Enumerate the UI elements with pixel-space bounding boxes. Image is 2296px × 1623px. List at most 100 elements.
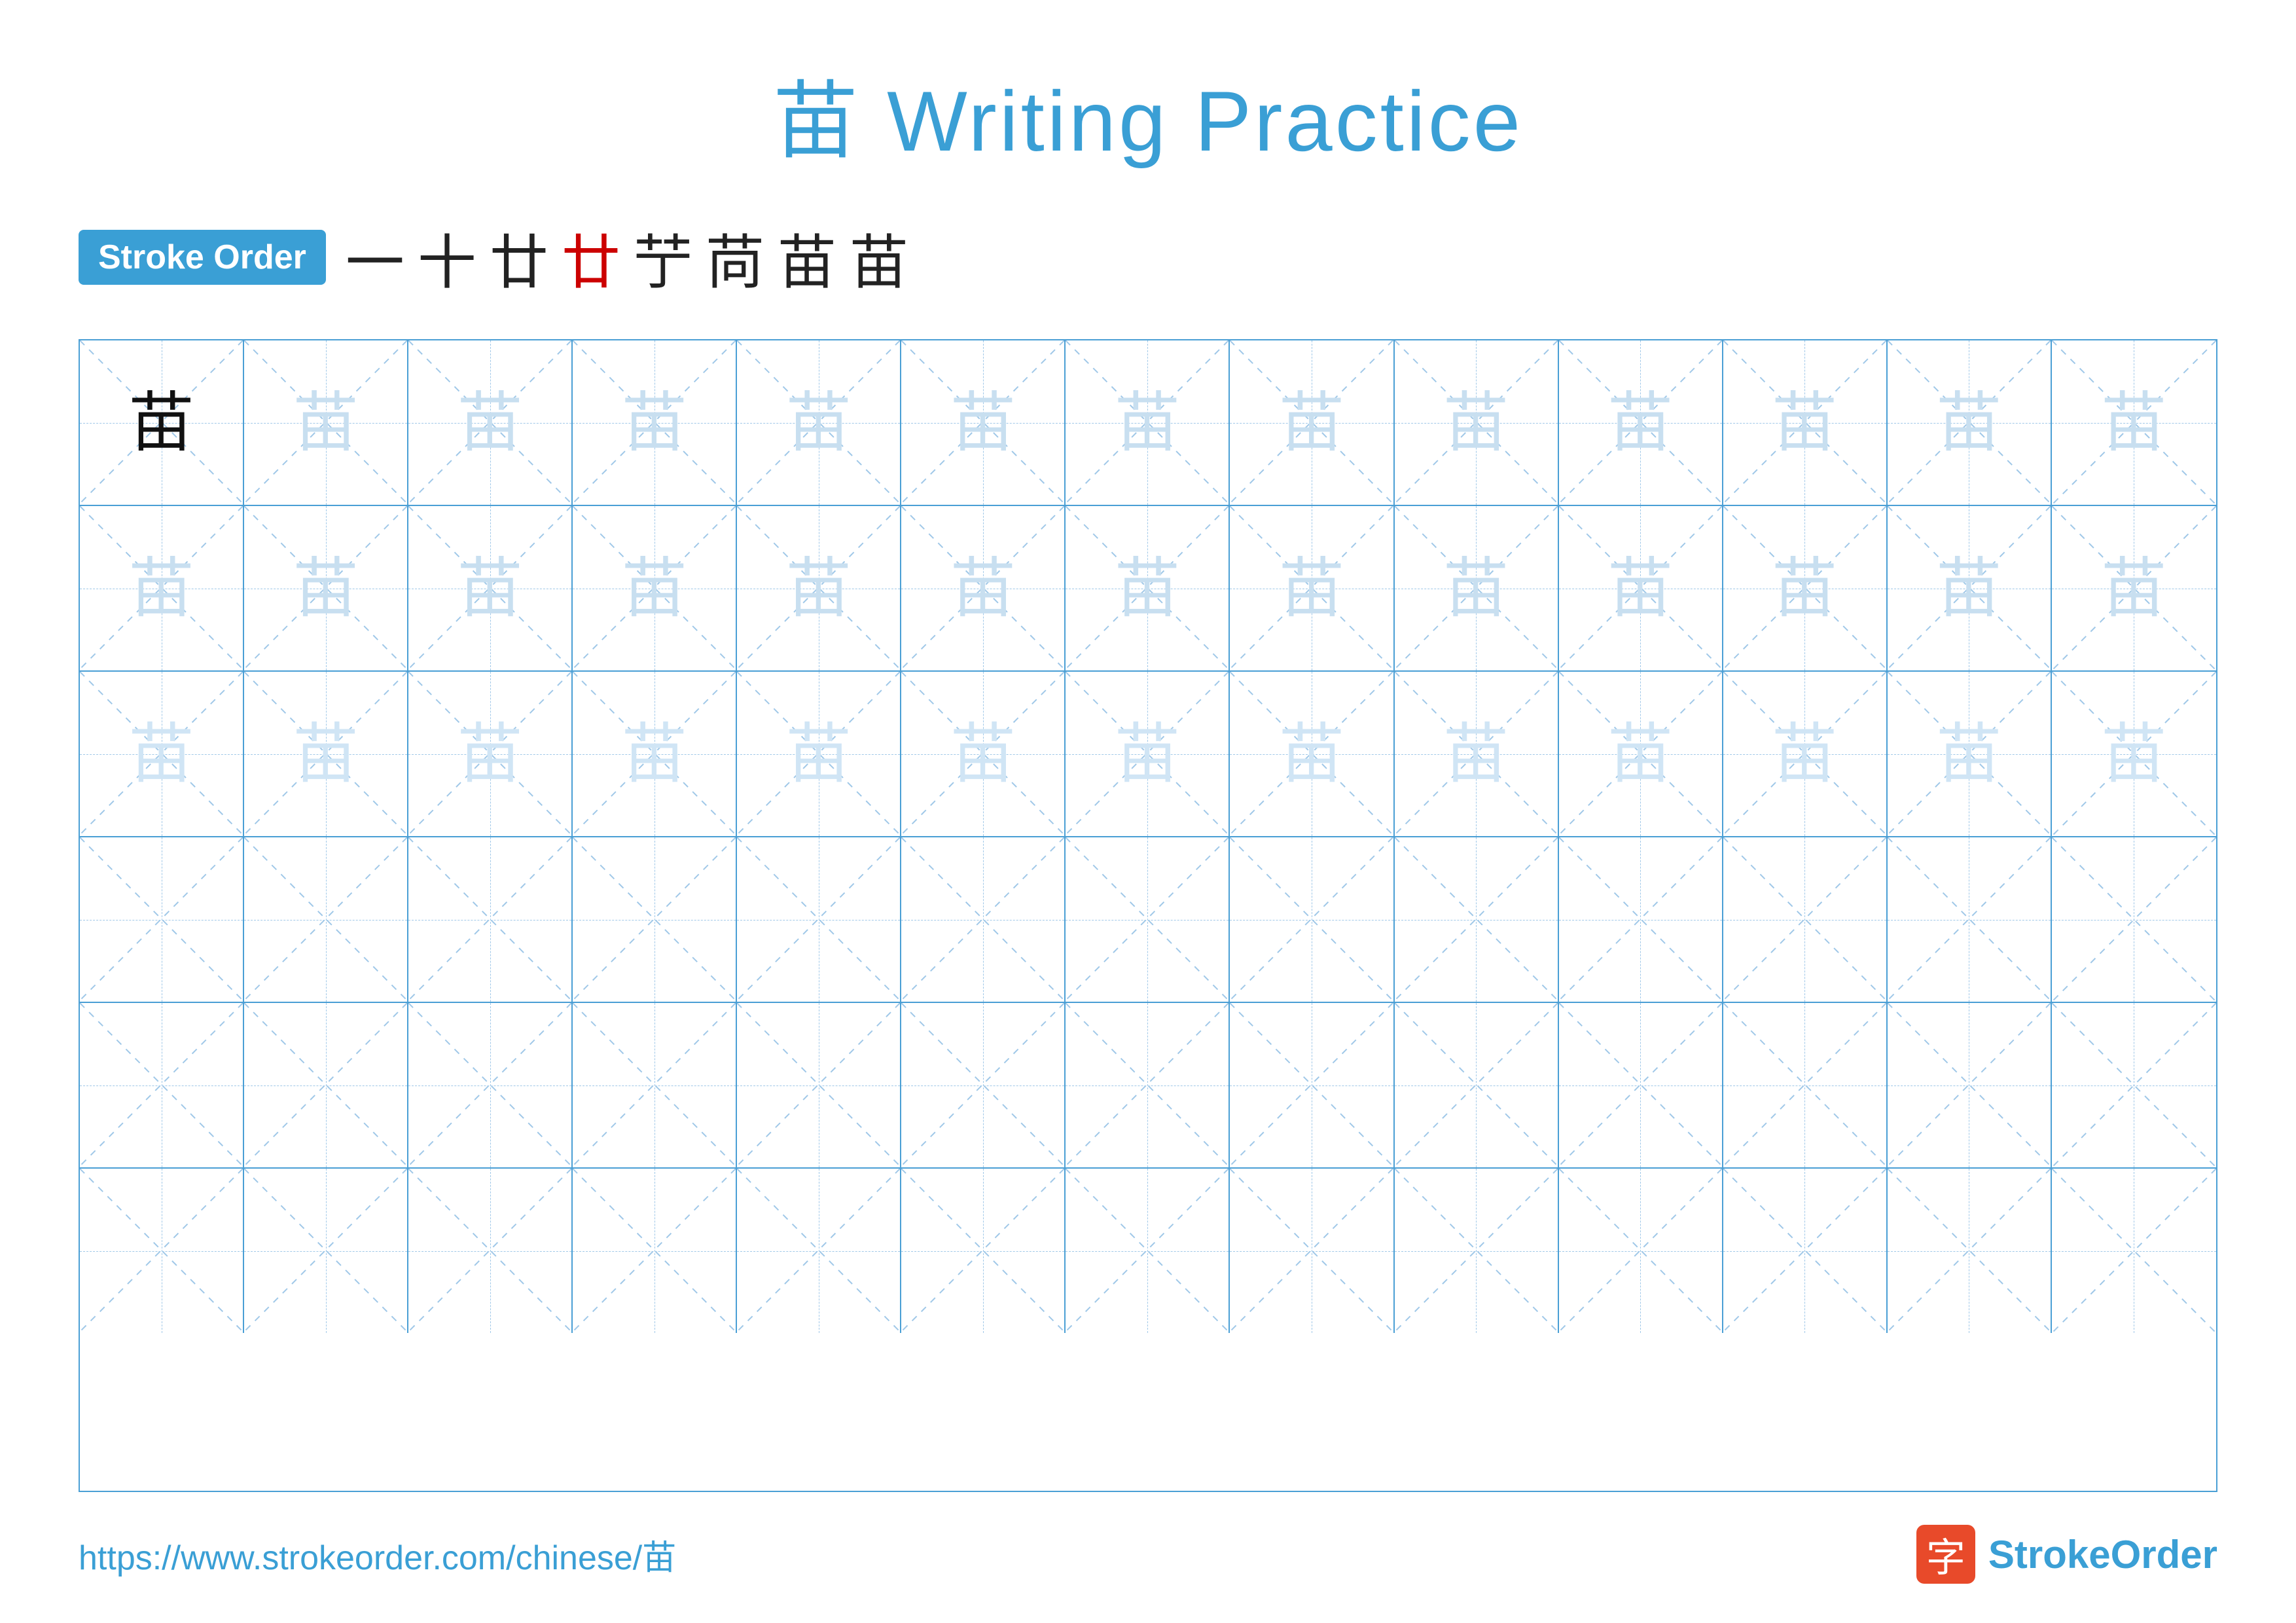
practice-char: 苗	[786, 721, 852, 787]
grid-cell-4-6[interactable]	[901, 837, 1066, 1002]
grid-cell-2-1[interactable]: 苗	[80, 506, 244, 670]
grid-cell-6-9[interactable]	[1395, 1169, 1559, 1333]
grid-cell-3-13[interactable]: 苗	[2052, 672, 2216, 836]
grid-cell-1-10[interactable]: 苗	[1559, 340, 1723, 505]
grid-cell-2-11[interactable]: 苗	[1723, 506, 1888, 670]
stroke-6: 苘	[706, 215, 764, 300]
grid-cell-3-2[interactable]: 苗	[244, 672, 408, 836]
practice-char: 苗	[1279, 556, 1344, 621]
practice-char: 苗	[129, 390, 194, 456]
grid-cell-6-3[interactable]	[408, 1169, 573, 1333]
practice-char: 苗	[950, 556, 1016, 621]
grid-cell-5-7[interactable]	[1066, 1003, 1230, 1167]
grid-cell-4-4[interactable]	[573, 837, 737, 1002]
grid-cell-5-11[interactable]	[1723, 1003, 1888, 1167]
practice-char: 苗	[1772, 556, 1837, 621]
grid-cell-3-7[interactable]: 苗	[1066, 672, 1230, 836]
grid-cell-6-4[interactable]	[573, 1169, 737, 1333]
grid-cell-1-6[interactable]: 苗	[901, 340, 1066, 505]
grid-cell-5-12[interactable]	[1888, 1003, 2052, 1167]
footer: https://www.strokeorder.com/chinese/苗 字 …	[79, 1525, 2217, 1584]
footer-url[interactable]: https://www.strokeorder.com/chinese/苗	[79, 1530, 676, 1579]
grid-cell-2-3[interactable]: 苗	[408, 506, 573, 670]
grid-cell-4-13[interactable]	[2052, 837, 2216, 1002]
grid-cell-3-10[interactable]: 苗	[1559, 672, 1723, 836]
grid-cell-3-8[interactable]: 苗	[1230, 672, 1394, 836]
grid-cell-2-7[interactable]: 苗	[1066, 506, 1230, 670]
grid-cell-3-4[interactable]: 苗	[573, 672, 737, 836]
grid-cell-2-8[interactable]: 苗	[1230, 506, 1394, 670]
grid-cell-4-3[interactable]	[408, 837, 573, 1002]
grid-cell-6-11[interactable]	[1723, 1169, 1888, 1333]
grid-cell-4-9[interactable]	[1395, 837, 1559, 1002]
grid-cell-2-10[interactable]: 苗	[1559, 506, 1723, 670]
grid-cell-3-9[interactable]: 苗	[1395, 672, 1559, 836]
grid-cell-5-8[interactable]	[1230, 1003, 1394, 1167]
grid-cell-4-2[interactable]	[244, 837, 408, 1002]
grid-cell-1-11[interactable]: 苗	[1723, 340, 1888, 505]
grid-cell-1-9[interactable]: 苗	[1395, 340, 1559, 505]
grid-cell-5-6[interactable]	[901, 1003, 1066, 1167]
grid-cell-1-1[interactable]: 苗	[80, 340, 244, 505]
grid-cell-3-1[interactable]: 苗	[80, 672, 244, 836]
grid-cell-1-12[interactable]: 苗	[1888, 340, 2052, 505]
grid-cell-6-12[interactable]	[1888, 1169, 2052, 1333]
grid-cell-3-3[interactable]: 苗	[408, 672, 573, 836]
page-title: 苗 Writing Practice	[773, 52, 1523, 175]
grid-cell-1-8[interactable]: 苗	[1230, 340, 1394, 505]
grid-row-1: 苗 苗 苗 苗	[80, 340, 2216, 506]
grid-cell-4-12[interactable]	[1888, 837, 2052, 1002]
grid-cell-1-3[interactable]: 苗	[408, 340, 573, 505]
grid-cell-2-12[interactable]: 苗	[1888, 506, 2052, 670]
title-suffix: Writing Practice	[887, 73, 1523, 169]
grid-cell-5-3[interactable]	[408, 1003, 573, 1167]
practice-char: 苗	[457, 721, 523, 787]
grid-cell-6-7[interactable]	[1066, 1169, 1230, 1333]
grid-cell-5-1[interactable]	[80, 1003, 244, 1167]
grid-cell-6-1[interactable]	[80, 1169, 244, 1333]
grid-cell-1-2[interactable]: 苗	[244, 340, 408, 505]
grid-cell-4-5[interactable]	[737, 837, 901, 1002]
grid-cell-4-8[interactable]	[1230, 837, 1394, 1002]
grid-cell-6-6[interactable]	[901, 1169, 1066, 1333]
grid-cell-5-2[interactable]	[244, 1003, 408, 1167]
grid-cell-5-9[interactable]	[1395, 1003, 1559, 1167]
practice-char: 苗	[1607, 721, 1673, 787]
grid-cell-1-13[interactable]: 苗	[2052, 340, 2216, 505]
practice-char: 苗	[786, 556, 852, 621]
grid-cell-6-10[interactable]	[1559, 1169, 1723, 1333]
grid-cell-3-12[interactable]: 苗	[1888, 672, 2052, 836]
grid-cell-4-7[interactable]	[1066, 837, 1230, 1002]
grid-cell-5-4[interactable]	[573, 1003, 737, 1167]
grid-cell-6-13[interactable]	[2052, 1169, 2216, 1333]
grid-cell-2-13[interactable]: 苗	[2052, 506, 2216, 670]
practice-char: 苗	[457, 556, 523, 621]
grid-cell-6-5[interactable]	[737, 1169, 901, 1333]
grid-cell-2-9[interactable]: 苗	[1395, 506, 1559, 670]
grid-cell-3-5[interactable]: 苗	[737, 672, 901, 836]
practice-char: 苗	[950, 721, 1016, 787]
grid-cell-1-5[interactable]: 苗	[737, 340, 901, 505]
grid-cell-1-7[interactable]: 苗	[1066, 340, 1230, 505]
practice-char: 苗	[1279, 390, 1344, 456]
grid-cell-1-4[interactable]: 苗	[573, 340, 737, 505]
grid-cell-4-11[interactable]	[1723, 837, 1888, 1002]
grid-cell-2-4[interactable]: 苗	[573, 506, 737, 670]
grid-cell-4-1[interactable]	[80, 837, 244, 1002]
stroke-order-badge: Stroke Order	[79, 230, 326, 285]
grid-cell-5-13[interactable]	[2052, 1003, 2216, 1167]
grid-cell-3-6[interactable]: 苗	[901, 672, 1066, 836]
grid-cell-2-5[interactable]: 苗	[737, 506, 901, 670]
grid-cell-3-11[interactable]: 苗	[1723, 672, 1888, 836]
grid-cell-4-10[interactable]	[1559, 837, 1723, 1002]
practice-char: 苗	[950, 390, 1016, 456]
practice-char: 苗	[2101, 390, 2166, 456]
grid-cell-5-5[interactable]	[737, 1003, 901, 1167]
grid-cell-6-2[interactable]	[244, 1169, 408, 1333]
grid-cell-6-8[interactable]	[1230, 1169, 1394, 1333]
title-char: 苗	[773, 73, 861, 169]
grid-cell-2-2[interactable]: 苗	[244, 506, 408, 670]
grid-cell-2-6[interactable]: 苗	[901, 506, 1066, 670]
grid-cell-5-10[interactable]	[1559, 1003, 1723, 1167]
grid-row-4	[80, 837, 2216, 1003]
